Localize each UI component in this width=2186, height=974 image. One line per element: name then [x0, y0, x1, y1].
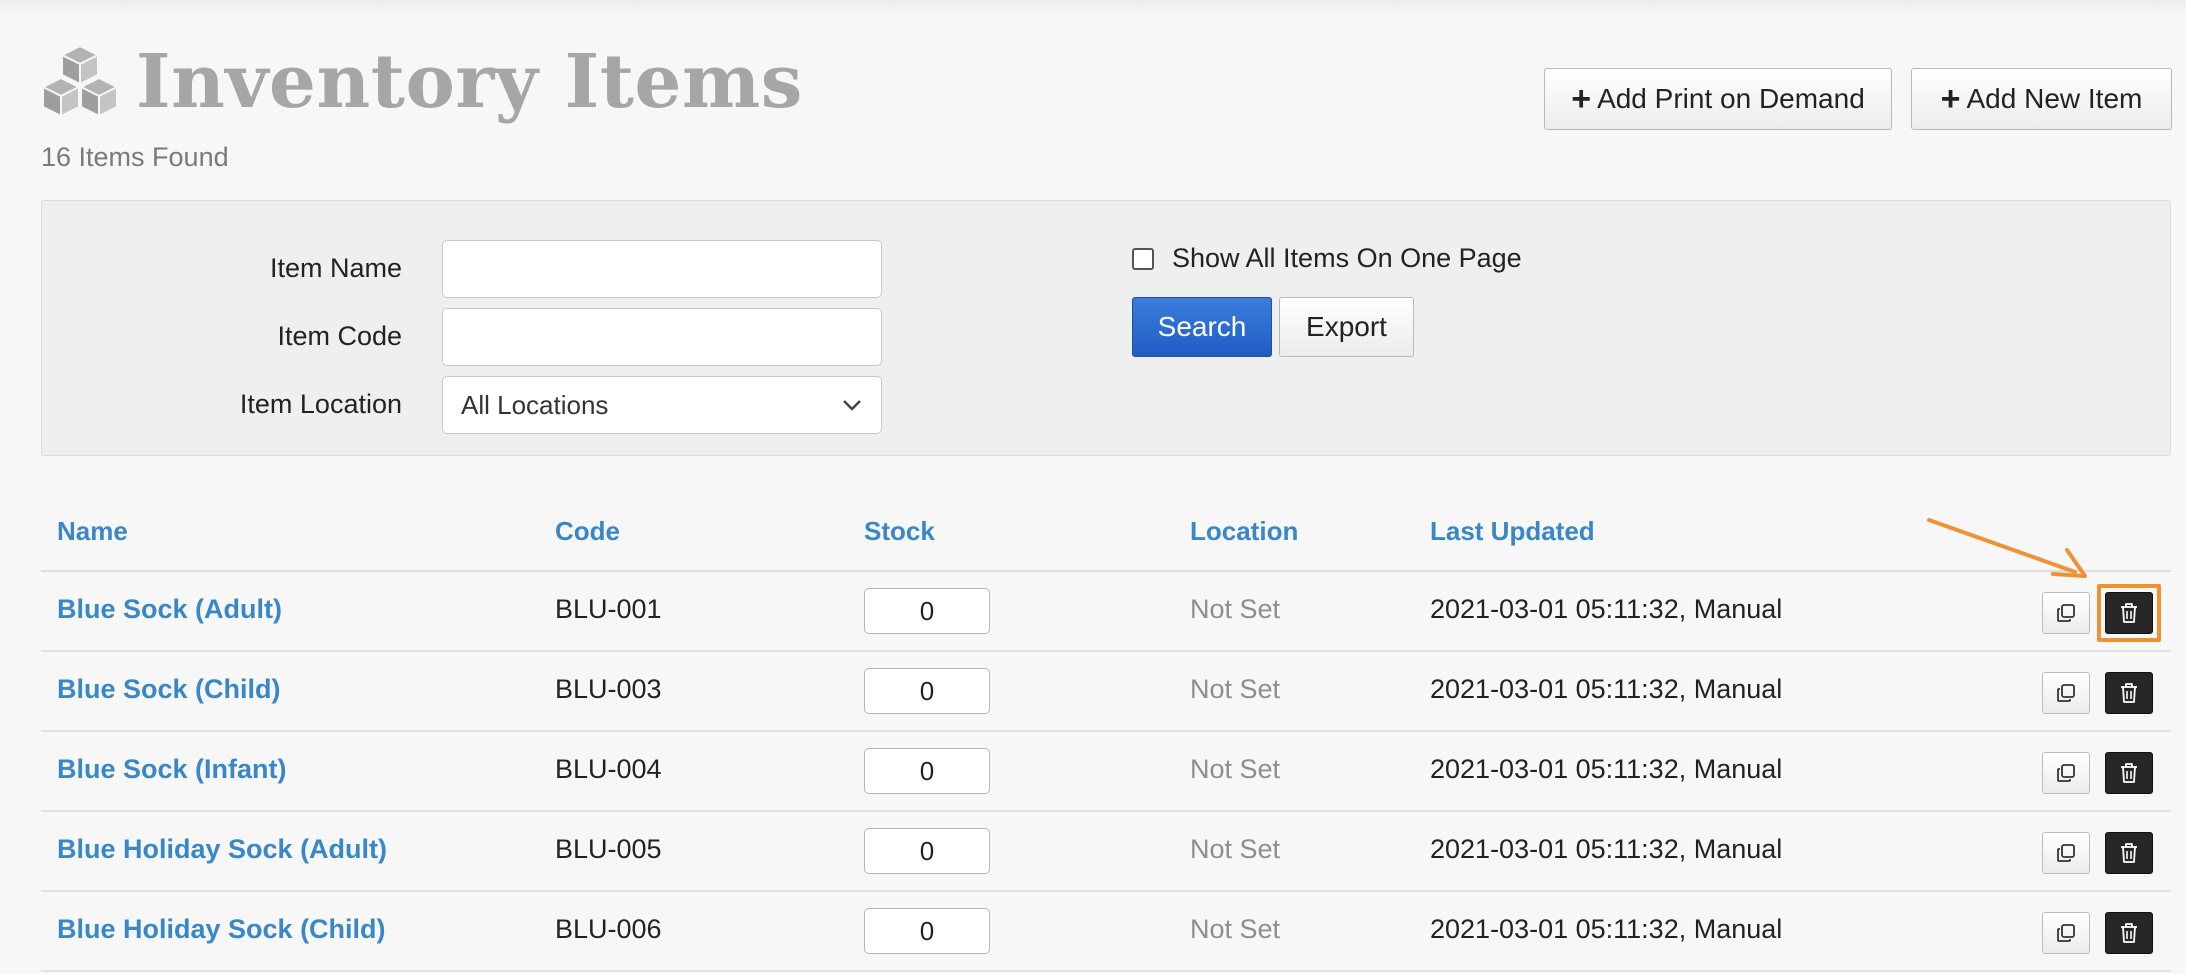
show-all-checkbox[interactable]: [1132, 248, 1154, 270]
item-name-link[interactable]: Blue Sock (Child): [57, 674, 281, 705]
item-code-label: Item Code: [277, 321, 402, 351]
copy-icon: [2057, 684, 2075, 702]
stock-input[interactable]: [864, 588, 990, 634]
plus-icon: +: [1571, 80, 1592, 118]
plus-icon: +: [1940, 80, 1961, 118]
column-header-location[interactable]: Location: [1190, 516, 1298, 547]
chevron-down-icon: [843, 400, 861, 411]
trash-icon: [2121, 603, 2137, 623]
column-header-stock[interactable]: Stock: [864, 516, 935, 547]
item-location: Not Set: [1190, 834, 1281, 864]
trash-icon: [2121, 763, 2137, 783]
delete-button[interactable]: [2105, 672, 2153, 714]
table-row: Blue Sock (Infant) BLU-004 Not Set 2021-…: [41, 732, 2171, 812]
trash-icon: [2121, 923, 2137, 943]
duplicate-button[interactable]: [2042, 832, 2090, 874]
item-code: BLU-001: [555, 594, 662, 624]
stock-input[interactable]: [864, 748, 990, 794]
copy-icon: [2057, 764, 2075, 782]
table-header: Name Code Stock Location Last Updated: [41, 496, 2171, 572]
item-last-updated: 2021-03-01 05:11:32, Manual: [1430, 914, 1783, 944]
show-all-label[interactable]: Show All Items On One Page: [1172, 243, 1522, 274]
search-button[interactable]: Search: [1132, 297, 1272, 357]
add-print-on-demand-button[interactable]: + Add Print on Demand: [1544, 68, 1892, 130]
column-header-last-updated[interactable]: Last Updated: [1430, 516, 1595, 547]
page-title: Inventory Items: [136, 39, 803, 125]
table-row: Blue Holiday Sock (Adult) BLU-005 Not Se…: [41, 812, 2171, 892]
item-location-label: Item Location: [239, 389, 402, 419]
delete-button[interactable]: [2105, 912, 2153, 954]
add-print-on-demand-label: Add Print on Demand: [1597, 83, 1865, 114]
add-new-item-button[interactable]: + Add New Item: [1911, 68, 2172, 130]
copy-icon: [2057, 924, 2075, 942]
add-new-item-label: Add New Item: [1966, 83, 2143, 114]
item-location: Not Set: [1190, 914, 1281, 944]
delete-button[interactable]: [2105, 832, 2153, 874]
table-row: Blue Sock (Child) BLU-003 Not Set 2021-0…: [41, 652, 2171, 732]
duplicate-button[interactable]: [2042, 912, 2090, 954]
filter-panel: Item Name Item Code Item Location All Lo…: [41, 200, 2171, 456]
table-row: Blue Holiday Sock (Child) BLU-006 Not Se…: [41, 892, 2171, 972]
item-last-updated: 2021-03-01 05:11:32, Manual: [1430, 834, 1783, 864]
item-name-link[interactable]: Blue Holiday Sock (Adult): [57, 834, 387, 865]
item-code: BLU-005: [555, 834, 662, 864]
duplicate-button[interactable]: [2042, 592, 2090, 634]
duplicate-button[interactable]: [2042, 752, 2090, 794]
item-location: Not Set: [1190, 594, 1281, 624]
cubes-icon: [42, 45, 118, 117]
item-name-link[interactable]: Blue Sock (Adult): [57, 594, 282, 625]
column-header-code[interactable]: Code: [555, 516, 620, 547]
delete-button[interactable]: [2105, 592, 2153, 634]
trash-icon: [2121, 843, 2137, 863]
stock-input[interactable]: [864, 668, 990, 714]
item-code-input[interactable]: [442, 308, 882, 366]
item-last-updated: 2021-03-01 05:11:32, Manual: [1430, 674, 1783, 704]
column-header-name[interactable]: Name: [57, 516, 128, 547]
top-shade: [0, 0, 2186, 14]
item-location: Not Set: [1190, 754, 1281, 784]
trash-icon: [2121, 683, 2137, 703]
item-location: Not Set: [1190, 674, 1281, 704]
stock-input[interactable]: [864, 828, 990, 874]
table-row: Blue Sock (Adult) BLU-001 Not Set 2021-0…: [41, 572, 2171, 652]
item-code: BLU-003: [555, 674, 662, 704]
item-code: BLU-004: [555, 754, 662, 784]
copy-icon: [2057, 844, 2075, 862]
item-location-value: All Locations: [461, 389, 609, 420]
items-found-count: 16 Items Found: [41, 142, 229, 172]
item-name-link[interactable]: Blue Holiday Sock (Child): [57, 914, 386, 945]
item-code: BLU-006: [555, 914, 662, 944]
stock-input[interactable]: [864, 908, 990, 954]
duplicate-button[interactable]: [2042, 672, 2090, 714]
item-location-select[interactable]: All Locations: [442, 376, 882, 434]
item-name-link[interactable]: Blue Sock (Infant): [57, 754, 287, 785]
inventory-table: Name Code Stock Location Last Updated Bl…: [41, 496, 2171, 972]
delete-button[interactable]: [2105, 752, 2153, 794]
item-last-updated: 2021-03-01 05:11:32, Manual: [1430, 754, 1783, 784]
item-name-label: Item Name: [269, 253, 402, 283]
page-header: Inventory Items: [40, 44, 803, 120]
item-name-input[interactable]: [442, 240, 882, 298]
item-last-updated: 2021-03-01 05:11:32, Manual: [1430, 594, 1783, 624]
annotation-arrow-icon: [1927, 518, 2087, 578]
copy-icon: [2057, 604, 2075, 622]
export-button[interactable]: Export: [1279, 297, 1414, 357]
